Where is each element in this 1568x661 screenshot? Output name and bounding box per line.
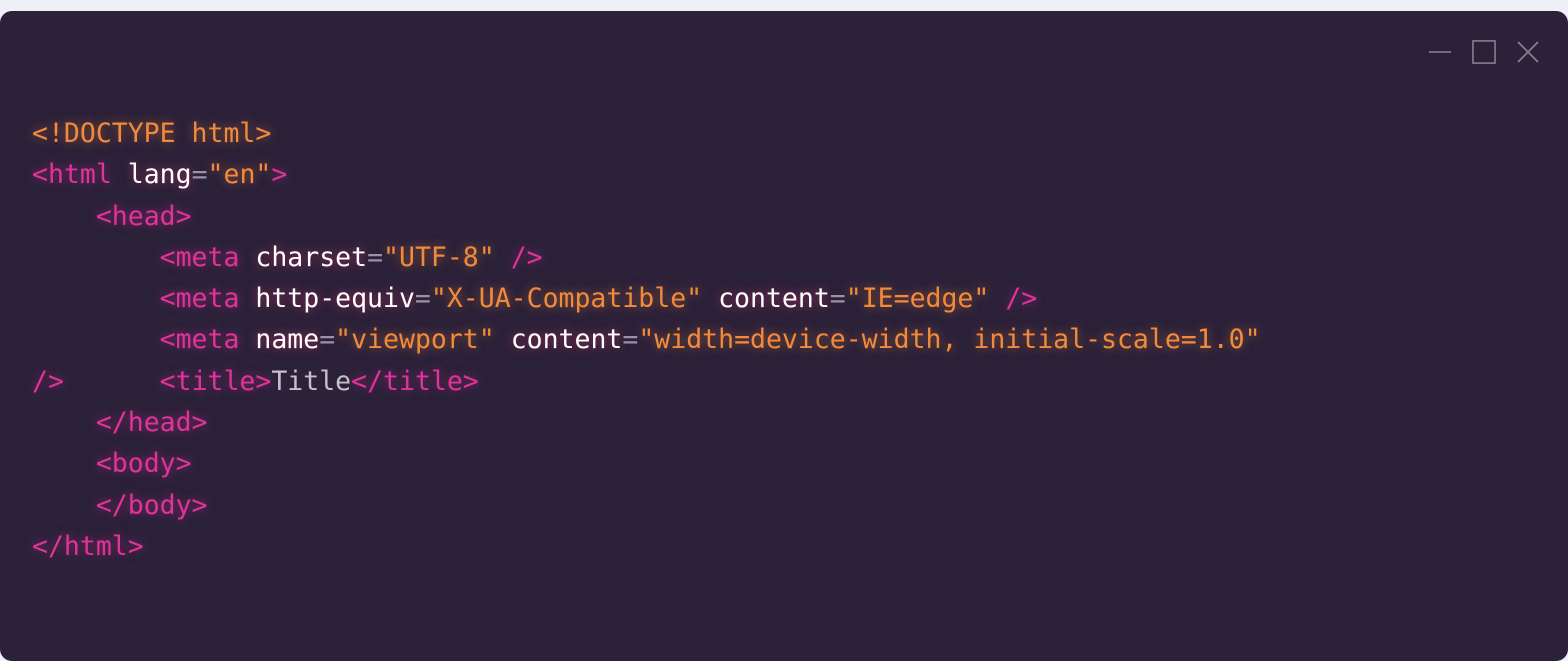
code-line: <meta charset="UTF-8" />: [32, 237, 1261, 278]
tag-token: </title>: [351, 365, 479, 397]
string-token: "width=device-width, initial-scale=1.0": [638, 324, 1261, 356]
code-line: <head>: [32, 196, 1261, 237]
string-token: "X-UA-Compatible": [430, 283, 703, 315]
tag-token: />: [1005, 283, 1038, 315]
minimize-icon[interactable]: [1428, 40, 1452, 64]
code-line: <meta name="viewport" content="width=dev…: [32, 319, 1261, 360]
equals-token: =: [367, 241, 384, 273]
equals-token: =: [414, 283, 431, 315]
tag-token: <html: [32, 159, 128, 191]
code-block: <!DOCTYPE html> <html lang="en"> <head> <…: [32, 113, 1261, 567]
string-token: "en": [207, 159, 272, 191]
tag-token: <meta: [159, 241, 256, 273]
tag-token: />: [32, 365, 64, 397]
tag-token: <meta: [159, 283, 256, 315]
window-controls: [1428, 40, 1540, 64]
code-line: </body>: [32, 485, 1261, 526]
tag-token: <body>: [95, 448, 192, 480]
code-window: <!DOCTYPE html> <html lang="en"> <head> <…: [0, 11, 1568, 661]
equals-token: =: [191, 159, 208, 191]
string-token: "IE=edge": [845, 283, 990, 315]
code-line: <meta http-equiv="X-UA-Compatible" conte…: [32, 278, 1261, 319]
doctype-token: <!DOCTYPE html>: [32, 118, 272, 149]
code-line: </html>: [32, 526, 1261, 567]
tag-token: <meta: [159, 324, 256, 356]
equals-token: =: [829, 283, 846, 315]
code-line: <html lang="en">: [32, 154, 1261, 195]
tag-token: <head>: [95, 200, 192, 232]
tag-token: <title>: [159, 365, 272, 397]
tag-token: </html>: [32, 530, 144, 562]
code-line: <!DOCTYPE html>: [32, 113, 1261, 154]
maximize-icon[interactable]: [1472, 40, 1496, 64]
string-token: "viewport": [335, 324, 495, 356]
code-line: </head>: [32, 402, 1261, 443]
attribute-token: lang: [127, 159, 192, 191]
equals-token: =: [319, 324, 336, 356]
code-line: <body>: [32, 443, 1261, 484]
attribute-token: http-equiv: [255, 283, 415, 315]
close-icon[interactable]: [1516, 40, 1540, 64]
text-token: Title: [271, 365, 352, 397]
attribute-token: name: [255, 324, 320, 356]
attribute-token: content: [718, 283, 830, 315]
code-line: /> <title>Title</title>: [32, 361, 1261, 402]
equals-token: =: [622, 324, 639, 356]
string-token: "UTF-8": [383, 241, 495, 273]
attribute-token: charset: [255, 241, 368, 273]
tag-token: />: [510, 241, 543, 273]
tag-token: </body>: [95, 489, 208, 521]
tag-token: >: [271, 159, 288, 191]
tag-token: </head>: [95, 407, 208, 439]
attribute-token: content: [510, 324, 623, 356]
